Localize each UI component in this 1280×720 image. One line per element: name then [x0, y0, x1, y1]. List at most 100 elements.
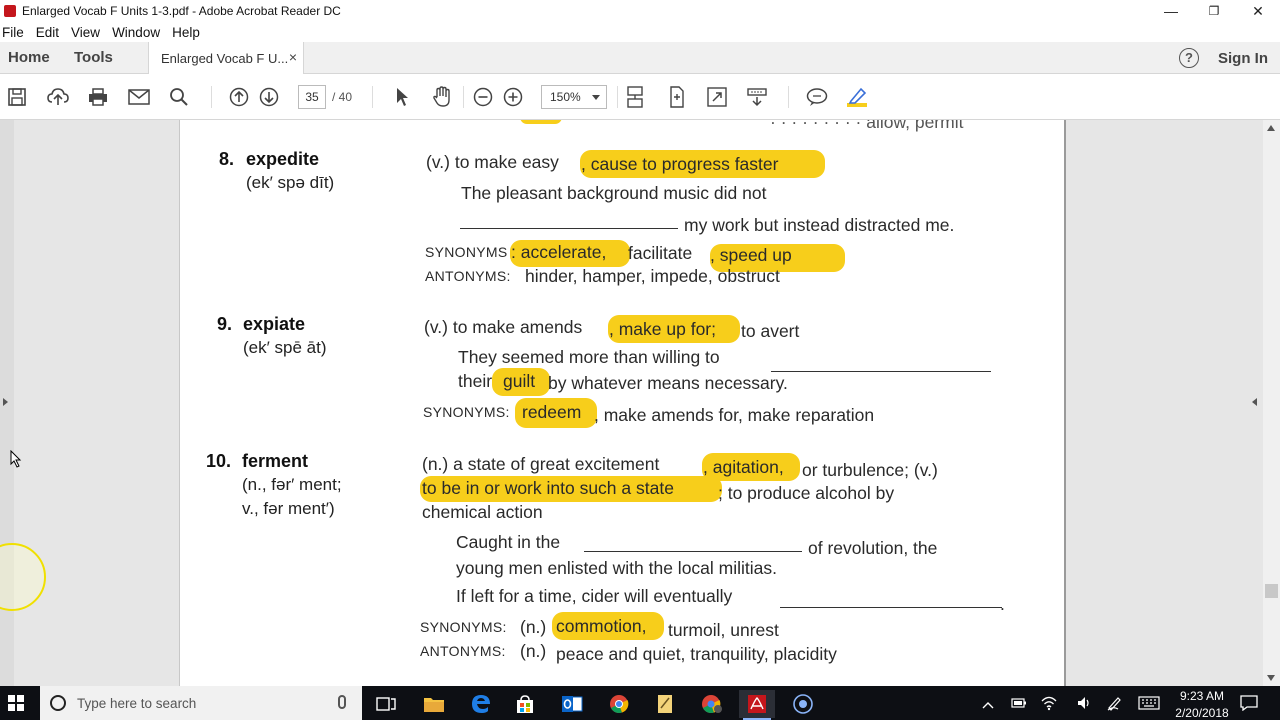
definition-highlight: to be in or work into such a state [422, 478, 674, 498]
restore-button[interactable]: ❐ [1192, 0, 1236, 22]
pen-ink-icon[interactable] [1106, 695, 1122, 720]
example-sentence: If left for a time, cider will eventuall… [456, 586, 733, 606]
menu-help[interactable]: Help [172, 25, 200, 40]
synonym-highlight: commotion, [556, 616, 647, 636]
zoom-value: 150% [550, 90, 581, 104]
comment-icon[interactable] [806, 86, 828, 108]
acrobat-reader-icon[interactable] [739, 690, 775, 720]
scroll-down-icon[interactable] [1267, 675, 1275, 681]
menu-file[interactable]: File [2, 25, 24, 40]
synonym-text: facilitate [628, 243, 693, 263]
part-of-speech: (n.) [520, 617, 547, 637]
window-title: Enlarged Vocab F Units 1-3.pdf - Adobe A… [22, 4, 341, 18]
definition-highlight: , make up for; [609, 319, 716, 339]
entry-pronunciation: (ek′ spə dīt) [246, 173, 335, 192]
outlook-icon[interactable] [554, 690, 590, 718]
menu-view[interactable]: View [71, 25, 100, 40]
task-view-icon[interactable] [368, 690, 404, 718]
taskbar-clock[interactable]: 9:23 AM 2/20/2018 [1172, 689, 1232, 720]
zoom-dropdown[interactable]: 150% [541, 85, 607, 109]
chrome-icon[interactable] [601, 690, 637, 718]
expand-left-panel-icon[interactable] [3, 398, 8, 406]
zoom-out-icon[interactable] [472, 86, 494, 108]
scrollbar-thumb[interactable] [1265, 584, 1278, 598]
upload-cloud-icon[interactable] [47, 86, 69, 108]
close-window-button[interactable]: ✕ [1236, 0, 1280, 22]
menu-window[interactable]: Window [112, 25, 160, 40]
cortana-icon [50, 695, 66, 711]
scrolling-mode-icon[interactable] [624, 86, 646, 108]
cortana-app-icon[interactable] [785, 690, 821, 718]
example-sentence: young men enlisted with the local militi… [456, 558, 777, 578]
wifi-icon[interactable] [1041, 695, 1057, 720]
definition-highlight: , agitation, [703, 457, 784, 477]
zoom-in-icon[interactable] [502, 86, 524, 108]
scroll-up-icon[interactable] [1267, 125, 1275, 131]
example-sentence: They seemed more than willing to [458, 347, 720, 367]
toolbar-divider [372, 86, 373, 108]
help-icon[interactable]: ? [1179, 48, 1199, 68]
cut-off-line: · · · · · · · · · allow, permit [770, 120, 964, 132]
tab-document-label: Enlarged Vocab F U... [161, 51, 289, 66]
entry-number: 9. [217, 314, 233, 334]
title-bar: Enlarged Vocab F Units 1-3.pdf - Adobe A… [0, 0, 1280, 22]
next-page-icon[interactable] [258, 86, 280, 108]
search-icon[interactable] [168, 86, 190, 108]
keyboard-icon[interactable] [1138, 696, 1160, 720]
toolbar-divider [617, 86, 618, 108]
vertical-scrollbar[interactable] [1263, 120, 1280, 686]
hand-tool-icon[interactable] [431, 86, 453, 108]
chrome-profile-icon[interactable] [694, 690, 730, 718]
store-icon[interactable] [507, 690, 543, 718]
synonyms-label: SYNONYMS: [423, 404, 510, 420]
page-total: / 40 [332, 90, 353, 104]
save-icon[interactable] [6, 86, 28, 108]
highlight [520, 120, 562, 124]
notes-app-icon[interactable] [647, 690, 683, 718]
example-sentence: my work but instead distracted me. [684, 215, 955, 235]
highlight-tool-icon[interactable] [846, 86, 868, 108]
previous-page-icon[interactable] [228, 86, 250, 108]
expand-right-panel-icon[interactable] [1252, 398, 1257, 406]
show-hidden-icons-icon[interactable] [982, 698, 994, 720]
battery-icon[interactable] [1011, 697, 1027, 720]
tab-home[interactable]: Home [8, 49, 50, 66]
cursor-highlight-ring [0, 543, 46, 611]
tab-document[interactable]: Enlarged Vocab F U... × [148, 42, 304, 74]
antonyms-label: ANTONYMS: [420, 643, 506, 659]
select-cursor-icon[interactable] [391, 86, 413, 108]
entry-word: expiate [243, 314, 306, 334]
windows-start-icon[interactable] [8, 695, 24, 711]
mouse-pointer-icon [10, 450, 22, 468]
rotate-view-icon[interactable] [746, 86, 768, 108]
entry-pronunciation: (ek′ spē āt) [243, 338, 327, 357]
definition-text: ; to produce alcohol by [718, 483, 895, 503]
toolbar-divider [211, 86, 212, 108]
page-number-input[interactable]: 35 [298, 85, 326, 109]
menu-edit[interactable]: Edit [36, 25, 59, 40]
fit-page-icon[interactable] [665, 86, 687, 108]
toolbar-divider [788, 86, 789, 108]
volume-icon[interactable] [1076, 695, 1092, 720]
action-center-icon[interactable] [1240, 695, 1258, 720]
document-viewer[interactable]: · · · · · · · · · allow, permit 8. exped… [0, 120, 1280, 686]
file-explorer-icon[interactable] [416, 690, 452, 718]
full-screen-icon[interactable] [706, 86, 728, 108]
sign-in-button[interactable]: Sign In [1218, 50, 1268, 67]
taskbar-search-box[interactable]: Type here to search [40, 686, 362, 720]
definition-text: (v.) to make amends [424, 317, 583, 337]
minimize-button[interactable]: — [1149, 0, 1193, 22]
synonym-highlight: , speed up [710, 245, 792, 265]
entry-pronunciation: v., fər ment′) [242, 499, 335, 518]
fill-in-blank [584, 551, 802, 552]
entry-pronunciation: (n., fər′ ment; [242, 475, 342, 494]
edge-browser-icon[interactable] [463, 690, 499, 718]
tab-close-icon[interactable]: × [289, 49, 297, 65]
print-icon[interactable] [87, 86, 109, 108]
menu-bar: File Edit View Window Help [0, 22, 1280, 42]
tab-tools[interactable]: Tools [74, 49, 113, 66]
example-sentence-end: . [1000, 594, 1005, 614]
microphone-icon[interactable] [338, 695, 346, 709]
email-icon[interactable] [128, 86, 150, 108]
chevron-down-icon [592, 95, 600, 100]
